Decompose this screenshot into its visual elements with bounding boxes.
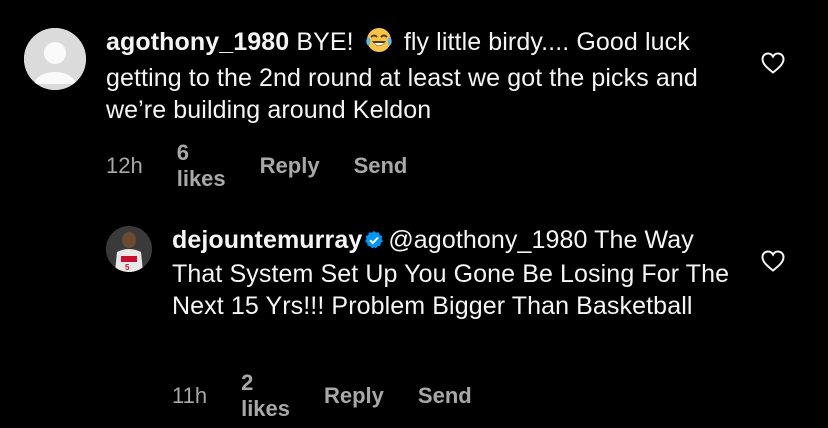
- send-button[interactable]: Send: [418, 383, 472, 409]
- verified-badge-icon: [364, 226, 384, 258]
- laughing-tears-emoji-icon: [365, 26, 393, 62]
- profile-photo[interactable]: 5: [106, 226, 152, 272]
- comment-time: 12h: [106, 153, 143, 178]
- svg-text:5: 5: [125, 263, 130, 272]
- comment-likes[interactable]: 2 likes: [241, 370, 290, 422]
- mention-link[interactable]: @agothony_1980: [388, 226, 587, 254]
- comment-meta: 12h 6 likes Reply Send: [106, 140, 441, 192]
- comment-likes[interactable]: 6 likes: [177, 140, 226, 192]
- comment-username[interactable]: dejountemurray: [172, 226, 362, 254]
- reply-button[interactable]: Reply: [260, 153, 320, 179]
- comment-time: 11h: [172, 383, 208, 408]
- comment-text: dejountemurray @agothony_1980 The Way Th…: [172, 224, 732, 322]
- comment-text-part: BYE!: [296, 28, 361, 56]
- reply-button[interactable]: Reply: [324, 383, 384, 409]
- heart-outline-icon[interactable]: [761, 52, 785, 74]
- comment-meta: 11h 2 likes Reply Send: [172, 370, 506, 422]
- comment-username[interactable]: agothony_1980: [106, 28, 289, 56]
- comment-text: agothony_1980 BYE! fly little birdy.... …: [106, 26, 726, 126]
- send-button[interactable]: Send: [354, 153, 408, 179]
- default-profile-icon[interactable]: [24, 28, 86, 90]
- heart-outline-icon[interactable]: [761, 250, 785, 272]
